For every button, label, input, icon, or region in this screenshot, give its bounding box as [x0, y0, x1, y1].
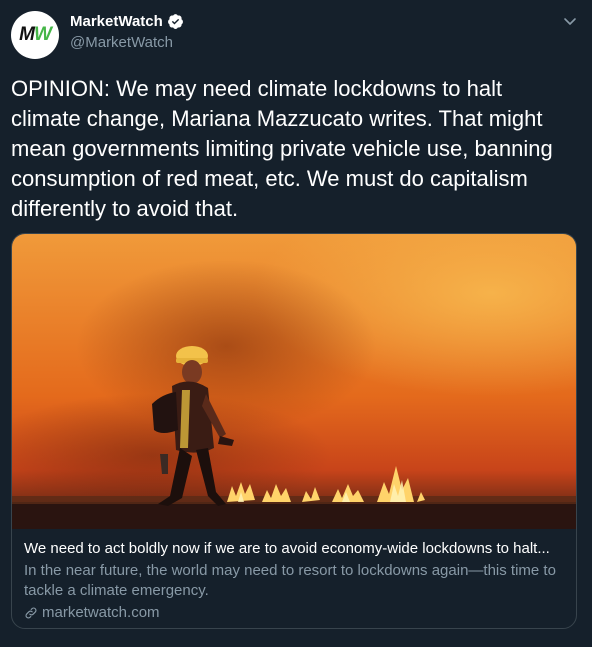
card-domain[interactable]: marketwatch.com [24, 603, 564, 623]
avatar-logo-w: W [33, 24, 52, 45]
tweet-text: OPINION: We may need climate lockdowns t… [11, 76, 559, 221]
avatar[interactable]: MW [11, 11, 59, 59]
card-image[interactable] [12, 234, 576, 529]
author-handle[interactable]: @MarketWatch [70, 34, 173, 51]
verified-badge-icon [167, 14, 183, 29]
card-body[interactable]: We need to act boldly now if we are to a… [12, 529, 576, 628]
display-name[interactable]: MarketWatch [70, 13, 163, 30]
avatar-logo-m: M [19, 24, 35, 45]
card-domain-text[interactable]: marketwatch.com [42, 603, 160, 623]
chevron-down-icon[interactable] [562, 13, 578, 29]
link-card[interactable]: We need to act boldly now if we are to a… [11, 233, 577, 629]
card-title[interactable]: We need to act boldly now if we are to a… [24, 539, 564, 559]
firefighter-wildfire-photo [12, 346, 576, 529]
author-name-row[interactable]: MarketWatch [70, 13, 184, 30]
card-description: In the near future, the world may need t… [24, 562, 556, 599]
link-icon [25, 607, 37, 619]
